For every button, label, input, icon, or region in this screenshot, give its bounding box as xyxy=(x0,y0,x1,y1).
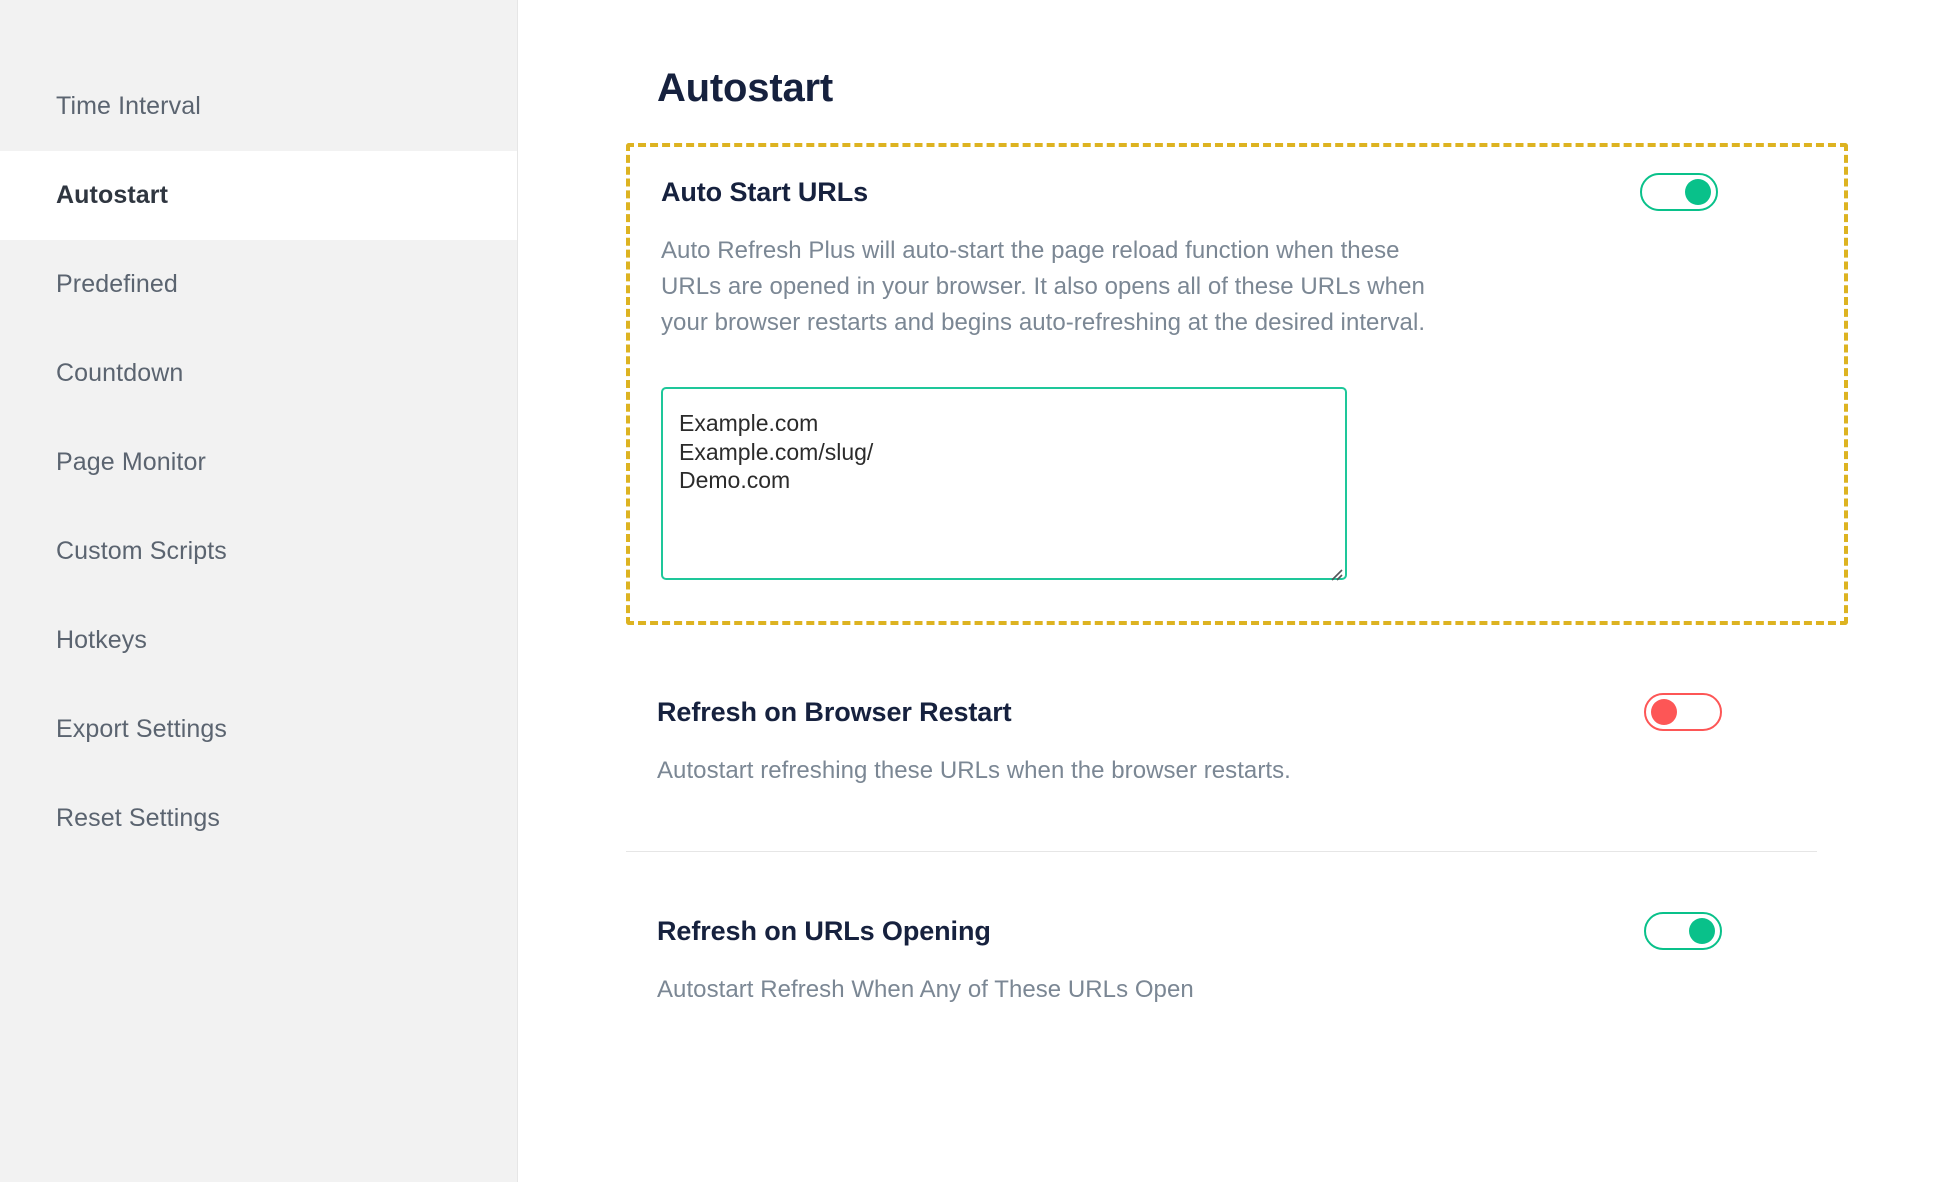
refresh-on-urls-opening-toggle[interactable] xyxy=(1644,912,1722,950)
refresh-on-browser-restart-title: Refresh on Browser Restart xyxy=(657,697,1012,727)
auto-start-urls-input-wrap xyxy=(661,341,1347,585)
sidebar-item-custom-scripts[interactable]: Custom Scripts xyxy=(0,507,517,596)
sidebar-nav: Time Interval Autostart Predefined Count… xyxy=(0,0,518,1182)
sidebar-item-time-interval[interactable]: Time Interval xyxy=(0,62,517,151)
refresh-on-browser-restart-toggle[interactable] xyxy=(1644,693,1722,731)
auto-start-urls-card: Auto Start URLs Auto Refresh Plus will a… xyxy=(626,143,1848,625)
page-title: Autostart xyxy=(657,66,833,110)
sidebar-item-hotkeys[interactable]: Hotkeys xyxy=(0,596,517,685)
sidebar-item-countdown[interactable]: Countdown xyxy=(0,329,517,418)
sidebar-item-autostart[interactable]: Autostart xyxy=(0,151,517,240)
sidebar-item-label: Autostart xyxy=(56,181,169,209)
refresh-on-browser-restart-header: Refresh on Browser Restart xyxy=(657,693,1848,731)
main-content: Autostart Auto Start URLs Auto Refresh P… xyxy=(518,0,1959,1182)
auto-start-urls-textarea[interactable] xyxy=(661,387,1347,580)
sidebar-item-label: Export Settings xyxy=(56,715,228,743)
sidebar-item-label: Countdown xyxy=(56,359,184,387)
auto-start-urls-title: Auto Start URLs xyxy=(661,177,868,207)
sidebar-item-label: Custom Scripts xyxy=(56,537,227,565)
refresh-on-urls-opening-section: Refresh on URLs Opening Autostart Refres… xyxy=(626,912,1848,1008)
toggle-knob-icon xyxy=(1651,699,1677,725)
sidebar-item-reset-settings[interactable]: Reset Settings xyxy=(0,774,517,863)
auto-start-urls-toggle[interactable] xyxy=(1640,173,1718,211)
refresh-on-browser-restart-description: Autostart refreshing these URLs when the… xyxy=(657,757,1291,784)
refresh-on-urls-opening-header: Refresh on URLs Opening xyxy=(657,912,1848,950)
sidebar-item-label: Reset Settings xyxy=(56,804,220,832)
refresh-on-browser-restart-section: Refresh on Browser Restart Autostart ref… xyxy=(626,693,1848,852)
sidebar-item-label: Predefined xyxy=(56,270,178,298)
sidebar-item-label: Hotkeys xyxy=(56,626,148,654)
settings-page: Time Interval Autostart Predefined Count… xyxy=(0,0,1959,1182)
sidebar-item-label: Time Interval xyxy=(56,92,201,120)
auto-start-urls-description: Auto Refresh Plus will auto-start the pa… xyxy=(661,237,1426,336)
auto-start-urls-header: Auto Start URLs xyxy=(661,173,1844,211)
sidebar-item-export-settings[interactable]: Export Settings xyxy=(0,685,517,774)
toggle-knob-icon xyxy=(1689,918,1715,944)
sidebar-item-page-monitor[interactable]: Page Monitor xyxy=(0,418,517,507)
sidebar-item-predefined[interactable]: Predefined xyxy=(0,240,517,329)
toggle-knob-icon xyxy=(1685,179,1711,205)
refresh-on-urls-opening-title: Refresh on URLs Opening xyxy=(657,916,991,946)
refresh-on-urls-opening-description: Autostart Refresh When Any of These URLs… xyxy=(657,976,1194,1003)
sidebar-item-label: Page Monitor xyxy=(56,448,206,476)
